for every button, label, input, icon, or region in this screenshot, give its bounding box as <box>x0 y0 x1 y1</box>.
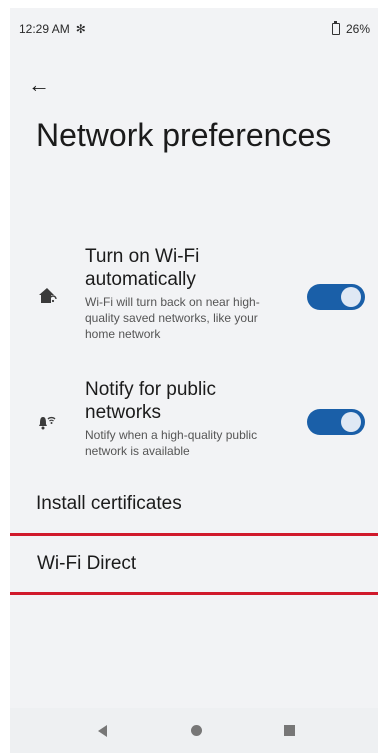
battery-level: 26% <box>345 22 370 36</box>
nav-recents-button[interactable] <box>267 708 311 753</box>
install-certificates-label: Install certificates <box>36 493 182 514</box>
setting-texts: Turn on Wi-Fi automatically Wi-Fi will t… <box>85 245 275 342</box>
nav-home-button[interactable] <box>174 708 218 753</box>
setting-summary: Notify when a high-quality public networ… <box>85 428 258 458</box>
gear-icon: ✻ <box>75 22 86 36</box>
status-right: 26% <box>331 21 370 36</box>
square-recents-icon <box>283 725 295 736</box>
battery-icon <box>331 21 340 35</box>
navigation-bar <box>10 708 378 753</box>
wifi-home-icon <box>39 288 57 303</box>
wifi-auto-toggle[interactable] <box>307 284 365 310</box>
triangle-back-icon <box>97 724 107 737</box>
page-title: Network preferences <box>36 117 332 153</box>
wifi-notify-icon <box>39 416 56 430</box>
setting-texts: Notify for public networks Notify when a… <box>85 378 275 459</box>
status-left: 12:29 AM ✻ <box>19 22 86 36</box>
toggle-thumb <box>341 287 361 307</box>
status-bar: 12:29 AM ✻ 26% <box>10 8 378 50</box>
circle-home-icon <box>190 725 202 736</box>
setting-summary: Wi-Fi will turn back on near high-qualit… <box>85 295 260 341</box>
wifi-direct-item[interactable]: Wi-Fi Direct <box>10 533 378 595</box>
wifi-direct-label: Wi-Fi Direct <box>37 553 137 574</box>
arrow-back-icon: ← <box>28 72 50 97</box>
nav-back-button[interactable] <box>80 708 124 753</box>
back-button[interactable]: ← <box>28 70 58 100</box>
setting-title: Notify for public networks <box>85 379 216 423</box>
settings-screen: 12:29 AM ✻ 26% ← Network preferences Tur… <box>10 8 378 753</box>
setting-notify-public[interactable]: Notify for public networks Notify when a… <box>10 378 378 470</box>
setting-title: Turn on Wi-Fi automatically <box>85 246 200 290</box>
install-certificates-item[interactable]: Install certificates <box>10 476 378 532</box>
toggle-thumb <box>341 412 361 432</box>
status-time: 12:29 AM <box>19 22 70 36</box>
notify-public-toggle[interactable] <box>307 409 365 435</box>
setting-wifi-auto[interactable]: Turn on Wi-Fi automatically Wi-Fi will t… <box>10 241 378 351</box>
